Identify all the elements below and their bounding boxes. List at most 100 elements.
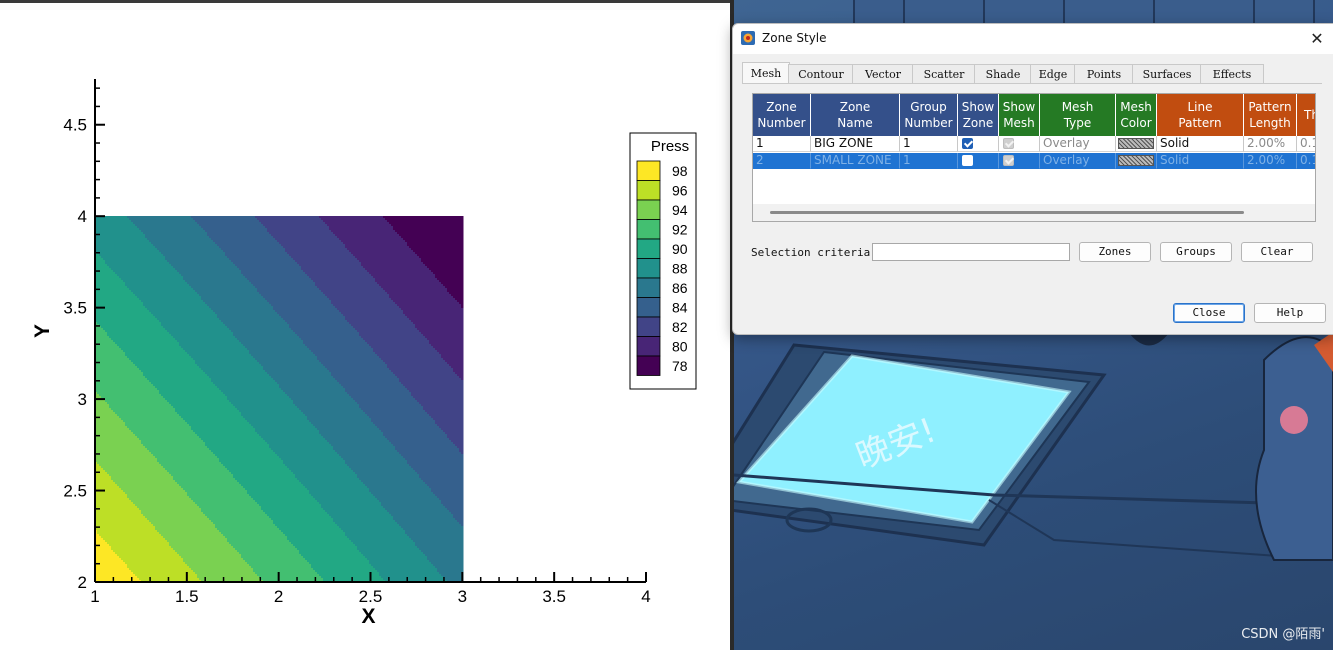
tab-mesh[interactable]: Mesh bbox=[742, 62, 790, 84]
show-zone-checkbox[interactable] bbox=[962, 155, 973, 166]
cell-line-pattern[interactable]: Solid bbox=[1157, 136, 1244, 152]
legend-swatch bbox=[637, 259, 660, 279]
cell-pattern-length[interactable]: 2.00% bbox=[1244, 136, 1297, 152]
cell-mesh-color[interactable] bbox=[1116, 153, 1157, 169]
cell-thickness[interactable]: 0.1 bbox=[1297, 153, 1316, 169]
zones-button[interactable]: Zones bbox=[1079, 242, 1151, 262]
column-header[interactable]: Line Pattern bbox=[1157, 94, 1244, 136]
cell-show-zone[interactable] bbox=[958, 153, 999, 169]
column-header-line-1: Show bbox=[962, 99, 994, 115]
cell-show-mesh[interactable] bbox=[999, 136, 1040, 152]
legend-level-label: 98 bbox=[672, 163, 688, 179]
mesh-color-swatch[interactable] bbox=[1118, 155, 1154, 166]
cell-text: Solid bbox=[1160, 136, 1189, 150]
column-header-line-2: Color bbox=[1120, 115, 1152, 131]
cell-text: Overlay bbox=[1043, 153, 1090, 167]
cell-line-pattern[interactable]: Solid bbox=[1157, 153, 1244, 169]
legend-swatch bbox=[637, 298, 660, 318]
column-header[interactable]: Mesh Color bbox=[1116, 94, 1157, 136]
cell-group-number[interactable]: 1 bbox=[900, 136, 958, 152]
scrollbar-thumb[interactable] bbox=[770, 211, 1244, 214]
column-header-line-2: Th bbox=[1304, 107, 1316, 123]
groups-button[interactable]: Groups bbox=[1160, 242, 1232, 262]
dialog-titlebar[interactable]: Zone Style ✕ bbox=[733, 24, 1333, 54]
zone-table[interactable]: Zone Number Zone Name Group Number Show Zone Sho… bbox=[752, 93, 1316, 222]
show-zone-checkbox[interactable] bbox=[962, 138, 973, 149]
column-header[interactable]: Show Mesh bbox=[999, 94, 1040, 136]
cell-text: 1 bbox=[756, 136, 764, 150]
cell-text: Overlay bbox=[1043, 136, 1090, 150]
tab-surfaces[interactable]: Surfaces bbox=[1132, 64, 1202, 84]
cell-zone-number[interactable]: 2 bbox=[753, 153, 811, 169]
legend-level-label: 86 bbox=[672, 280, 688, 296]
column-header[interactable]: Zone Name bbox=[811, 94, 900, 136]
app-icon bbox=[741, 31, 755, 45]
help-button[interactable]: Help bbox=[1254, 303, 1326, 323]
cell-mesh-type[interactable]: Overlay bbox=[1040, 153, 1116, 169]
selection-criteria-input[interactable] bbox=[872, 243, 1070, 261]
x-tick-label: 3 bbox=[458, 587, 467, 606]
tab-effects[interactable]: Effects bbox=[1200, 64, 1264, 84]
tab-points[interactable]: Points bbox=[1074, 64, 1134, 84]
column-header-line-1: Show bbox=[1003, 99, 1035, 115]
clear-button[interactable]: Clear bbox=[1241, 242, 1313, 262]
tab-vector[interactable]: Vector bbox=[852, 64, 914, 84]
cell-zone-name[interactable]: SMALL ZONE bbox=[811, 153, 900, 169]
column-header-label: Line Pattern bbox=[1178, 99, 1221, 131]
column-header[interactable]: Pattern Length bbox=[1244, 94, 1297, 136]
column-header-label: Zone Name bbox=[837, 99, 872, 131]
cell-zone-number[interactable]: 1 bbox=[753, 136, 811, 152]
plot-window-border-top bbox=[0, 0, 733, 3]
y-tick-label: 2.5 bbox=[63, 482, 87, 501]
x-tick-label: 2 bbox=[274, 587, 283, 606]
close-icon[interactable]: ✕ bbox=[1306, 28, 1328, 50]
column-header-label: Show Mesh bbox=[1003, 99, 1035, 131]
tab-edge[interactable]: Edge bbox=[1030, 64, 1076, 84]
selection-criteria-label: Selection criteria: bbox=[751, 246, 877, 259]
table-row[interactable]: 1BIG ZONE1OverlaySolid2.00%0.1 bbox=[753, 136, 1315, 152]
mesh-color-swatch[interactable] bbox=[1118, 138, 1154, 149]
cell-mesh-type[interactable]: Overlay bbox=[1040, 136, 1116, 152]
x-axis-label: X bbox=[361, 605, 375, 628]
tab-contour[interactable]: Contour bbox=[788, 64, 854, 84]
horizontal-scrollbar[interactable] bbox=[753, 204, 1315, 221]
cell-zone-name[interactable]: BIG ZONE bbox=[811, 136, 900, 152]
column-header-line-1: Mesh bbox=[1120, 99, 1152, 115]
column-header-label: Zone Number bbox=[757, 99, 805, 131]
cell-show-zone[interactable] bbox=[958, 136, 999, 152]
cell-mesh-color[interactable] bbox=[1116, 136, 1157, 152]
plot-window: 1 1.5 2 2.5 3 3.5 4 2 2.5 3 3.5 4 4.5 X Y Press 98 96 94 92… bbox=[0, 0, 733, 650]
show-mesh-checkbox[interactable] bbox=[1003, 138, 1014, 149]
x-tick-label: 1 bbox=[90, 587, 99, 606]
column-header[interactable]: Group Number bbox=[900, 94, 958, 136]
legend-swatch bbox=[637, 317, 660, 337]
x-tick-label: 4 bbox=[641, 587, 650, 606]
x-tick-label: 1.5 bbox=[175, 587, 199, 606]
column-header[interactable]: Zone Number bbox=[753, 94, 811, 136]
legend-swatch bbox=[637, 220, 660, 240]
legend-swatch bbox=[637, 337, 660, 357]
column-header-label: Show Zone bbox=[962, 99, 994, 131]
tab-strip-divider bbox=[742, 83, 1322, 84]
cell-group-number[interactable]: 1 bbox=[900, 153, 958, 169]
column-header-label: Th bbox=[1304, 107, 1316, 123]
cell-text: 2.00% bbox=[1247, 153, 1285, 167]
table-row[interactable]: 2SMALL ZONE1 Overlay Solid2.00% 0.1 bbox=[753, 153, 1315, 169]
cell-text: 0.1 bbox=[1300, 153, 1316, 167]
cell-thickness[interactable]: 0.1 bbox=[1297, 136, 1316, 152]
cell-pattern-length[interactable]: 2.00% bbox=[1244, 153, 1297, 169]
tab-shade[interactable]: Shade bbox=[974, 64, 1032, 84]
contour-plot: 1 1.5 2 2.5 3 3.5 422.533.544.5XYPress98969492… bbox=[0, 0, 733, 650]
column-header-line-2: Number bbox=[904, 115, 952, 131]
column-header[interactable]: Show Zone bbox=[958, 94, 999, 136]
tab-scatter[interactable]: Scatter bbox=[912, 64, 976, 84]
close-button[interactable]: Close bbox=[1173, 303, 1245, 323]
cell-show-mesh[interactable] bbox=[999, 153, 1040, 169]
column-header-line-2: Number bbox=[757, 115, 805, 131]
x-tick-label: 3.5 bbox=[542, 587, 566, 606]
column-header[interactable]: Mesh Type bbox=[1040, 94, 1116, 136]
show-mesh-checkbox[interactable] bbox=[1003, 155, 1014, 166]
dialog-title: Zone Style bbox=[762, 31, 827, 45]
legend-level-label: 82 bbox=[672, 319, 688, 335]
column-header[interactable]: Th bbox=[1297, 94, 1316, 136]
